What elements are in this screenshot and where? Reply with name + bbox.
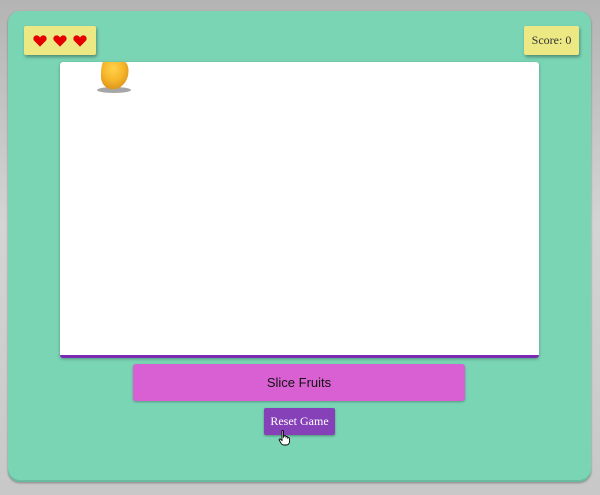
lives-panel (24, 26, 96, 55)
reset-game-button[interactable]: Reset Game (264, 408, 335, 435)
score-display: Score: 0 (524, 26, 579, 55)
heart-icon (73, 34, 87, 47)
game-window: Score: 0 Slice Fruits Reset Game (8, 11, 591, 482)
heart-icon (33, 34, 47, 47)
mango-icon[interactable] (94, 62, 134, 96)
play-area[interactable] (60, 62, 539, 358)
heart-icon (53, 34, 67, 47)
slice-fruits-button[interactable]: Slice Fruits (133, 364, 465, 401)
